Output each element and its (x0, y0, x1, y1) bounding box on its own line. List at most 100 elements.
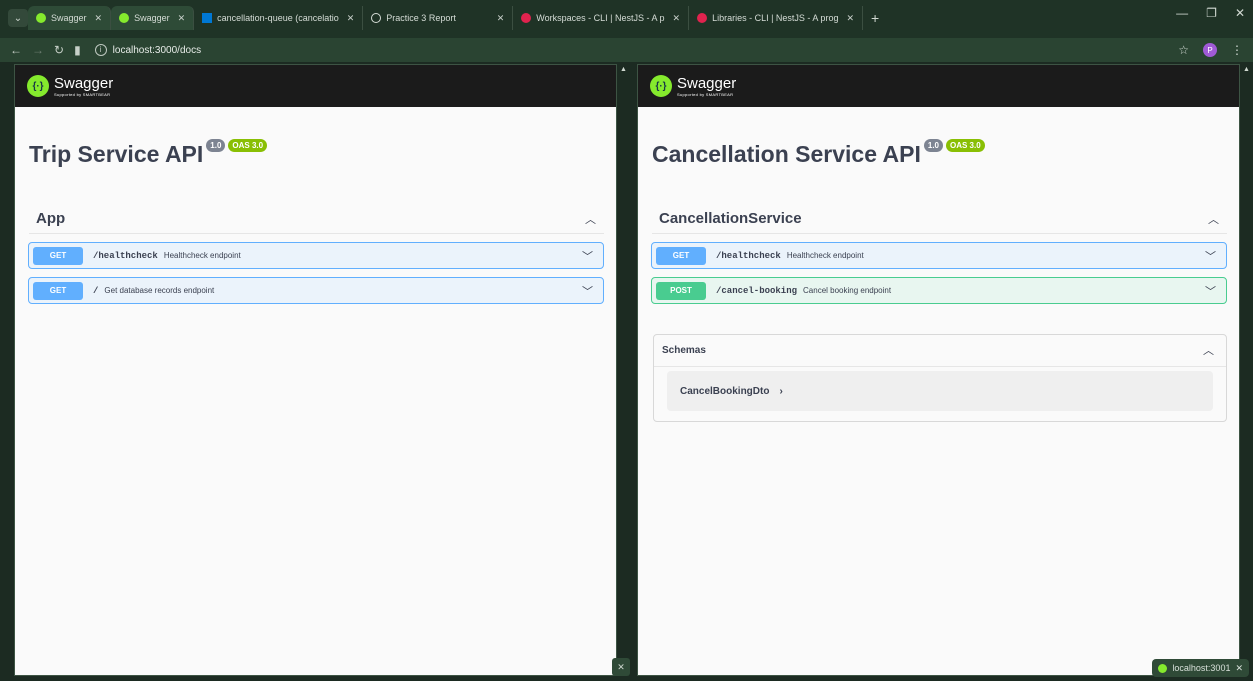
operation-summary: Healthcheck endpoint (163, 251, 241, 260)
chevron-up-icon[interactable]: ︿ (1208, 211, 1219, 227)
swagger-logo-icon: {·} (650, 75, 672, 97)
tab-title: Libraries - CLI | NestJS - A prog (712, 13, 839, 23)
tag-name: App (36, 210, 66, 227)
logo-title: Swagger (54, 74, 114, 92)
tabbar: ⌄ Swagger ✕ Swagger ✕ cancellation-queue… (0, 6, 1253, 30)
close-tab-icon[interactable]: ✕ (497, 13, 505, 24)
tab-title: Swagger (134, 13, 170, 23)
close-window-icon[interactable]: ✕ (1235, 6, 1245, 20)
close-icon[interactable]: ✕ (1235, 663, 1243, 674)
method-badge: GET (656, 246, 706, 265)
operation-summary: Healthcheck endpoint (786, 251, 864, 260)
browser-tab[interactable]: Libraries - CLI | NestJS - A prog ✕ (689, 6, 863, 30)
split-divider[interactable] (617, 64, 637, 676)
chevron-down-icon[interactable]: ﹀ (582, 283, 593, 299)
scroll-up-icon[interactable]: ▲ (620, 66, 628, 74)
schemas-title: Schemas (662, 344, 706, 356)
new-tab-button[interactable]: + (871, 10, 879, 26)
browser-tab[interactable]: Workspaces - CLI | NestJS - A p ✕ (513, 6, 690, 30)
browser-tab[interactable]: Practice 3 Report ✕ (363, 6, 514, 30)
back-icon[interactable]: ← (10, 43, 22, 57)
right-pane: {·} Swagger Supported by SMARTBEAR Cance… (637, 64, 1240, 676)
chevron-up-icon[interactable]: ︿ (1203, 342, 1214, 358)
tag-section-header[interactable]: App ︿ (29, 204, 604, 234)
site-info-icon[interactable]: i (94, 44, 107, 56)
tab-title: cancellation-queue (cancelatio (217, 13, 339, 23)
api-title: Trip Service API 1.0 OAS 3.0 (29, 139, 616, 168)
operation-summary: Get database records endpoint (104, 286, 215, 295)
schemas-section: Schemas ︿ CancelBookingDto › (653, 334, 1227, 422)
schemas-header[interactable]: Schemas ︿ (654, 335, 1226, 367)
browser-tab[interactable]: Swagger ✕ (111, 6, 195, 30)
version-badge: 1.0 (206, 139, 226, 152)
nestjs-icon (521, 13, 532, 23)
operation-summary: Cancel booking endpoint (803, 286, 892, 295)
swagger-icon (119, 13, 130, 23)
close-tab-icon[interactable]: ✕ (347, 13, 355, 24)
browser-tab[interactable]: cancellation-queue (cancelatio ✕ (194, 6, 364, 30)
chevron-down-icon[interactable]: ﹀ (1205, 283, 1216, 299)
operation-block[interactable]: GET / Get database records endpoint ﹀ (28, 277, 604, 304)
close-tab-icon[interactable]: ✕ (178, 13, 186, 24)
method-badge: POST (656, 281, 706, 300)
profile-avatar[interactable]: P (1203, 43, 1217, 57)
oas-badge: OAS 3.0 (228, 139, 268, 152)
operation-block[interactable]: POST /cancel-booking Cancel booking endp… (651, 277, 1227, 304)
chevron-down-icon[interactable]: ﹀ (1205, 248, 1216, 264)
method-badge: GET (33, 281, 83, 300)
status-url: localhost:3001 (1172, 663, 1231, 673)
close-split-button[interactable]: ✕ (612, 658, 630, 676)
url-text[interactable]: localhost:3000/docs (113, 45, 201, 56)
forward-icon[interactable]: → (32, 43, 44, 57)
close-tab-icon[interactable]: ✕ (846, 13, 854, 24)
chevron-up-icon[interactable]: ︿ (585, 211, 596, 227)
api-title-text: Cancellation Service API (652, 141, 921, 167)
operation-path: / (93, 285, 99, 296)
method-badge: GET (33, 246, 83, 265)
api-title: Cancellation Service API 1.0 OAS 3.0 (652, 139, 1239, 168)
browser-tab[interactable]: Swagger ✕ (28, 6, 112, 30)
globe-icon (371, 13, 382, 23)
swagger-topbar: {·} Swagger Supported by SMARTBEAR (638, 65, 1239, 107)
tab-title: Swagger (51, 13, 87, 23)
restore-icon[interactable]: ❐ (1206, 6, 1217, 20)
more-menu-icon[interactable]: ⋮ (1231, 43, 1243, 57)
sidebar-toggle-icon[interactable]: ▮ (74, 43, 81, 57)
swagger-logo[interactable]: {·} Swagger Supported by SMARTBEAR (27, 75, 113, 97)
swagger-icon (36, 13, 46, 23)
tag-name: CancellationService (659, 210, 802, 227)
address-bar[interactable]: i localhost:3000/docs (94, 44, 201, 56)
toolbar-right: ☆ P ⋮ (1178, 43, 1243, 57)
logo-title: Swagger (677, 74, 737, 92)
operation-path: /healthcheck (93, 250, 158, 261)
operation-block[interactable]: GET /healthcheck Healthcheck endpoint ﹀ (28, 242, 604, 269)
reload-icon[interactable]: ↻ (54, 43, 64, 57)
schema-model-name: CancelBookingDto (680, 385, 770, 397)
close-tab-icon[interactable]: ✕ (673, 13, 681, 24)
chevron-down-icon[interactable]: ﹀ (582, 248, 593, 264)
logo-subtitle: Supported by SMARTBEAR (54, 91, 111, 97)
swagger-topbar: {·} Swagger Supported by SMARTBEAR (15, 65, 616, 107)
tab-title: Practice 3 Report (386, 13, 456, 23)
scroll-up-icon[interactable]: ▲ (1243, 66, 1251, 74)
left-pane: {·} Swagger Supported by SMARTBEAR Trip … (14, 64, 617, 676)
version-badge: 1.0 (923, 139, 943, 152)
tag-section-header[interactable]: CancellationService ︿ (652, 204, 1227, 234)
tab-search-button[interactable]: ⌄ (8, 9, 28, 27)
swagger-logo[interactable]: {·} Swagger Supported by SMARTBEAR (650, 75, 736, 97)
address-bar-row: ← → ↻ ▮ i localhost:3000/docs ☆ P ⋮ (0, 38, 1253, 62)
schema-model[interactable]: CancelBookingDto › (667, 371, 1213, 411)
bookmark-star-icon[interactable]: ☆ (1178, 43, 1189, 57)
status-pill[interactable]: localhost:3001 ✕ (1152, 659, 1249, 677)
operation-block[interactable]: GET /healthcheck Healthcheck endpoint ﹀ (651, 242, 1227, 269)
swagger-logo-icon: {·} (27, 75, 49, 97)
tab-title: Workspaces - CLI | NestJS - A p (536, 13, 665, 23)
minimize-icon[interactable]: — (1176, 6, 1188, 20)
api-title-text: Trip Service API (29, 141, 204, 167)
close-tab-icon[interactable]: ✕ (95, 13, 103, 24)
chevron-right-icon[interactable]: › (779, 386, 782, 397)
operation-path: /cancel-booking (716, 285, 798, 296)
browser-tab-strip: ⌄ Swagger ✕ Swagger ✕ cancellation-queue… (0, 0, 1253, 38)
operation-path: /healthcheck (716, 250, 781, 261)
logo-subtitle: Supported by SMARTBEAR (677, 91, 734, 97)
